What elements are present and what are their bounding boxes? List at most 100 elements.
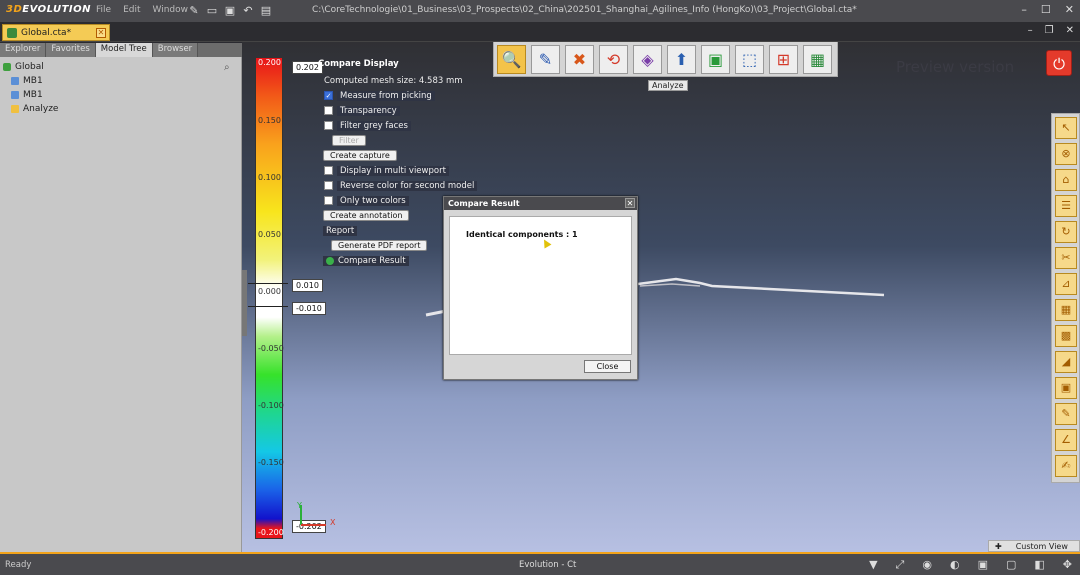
close-icon[interactable]: ✕ [1065, 3, 1074, 16]
measure-icon[interactable]: ✂ [1055, 247, 1077, 269]
tree-item-mb1[interactable]: MB1 [3, 74, 58, 88]
eye-icon[interactable]: ◉ [922, 558, 932, 572]
selection-icon[interactable]: ⬚ [735, 45, 764, 74]
part-icon [11, 77, 19, 85]
scale-label: 0.150 [258, 116, 281, 125]
tab-favorites[interactable]: Favorites [46, 43, 96, 57]
pick-icon[interactable]: ⤢ [896, 558, 905, 572]
generate-pdf-report-button[interactable]: Generate PDF report [331, 240, 428, 251]
search-icon[interactable]: ⌕ [224, 62, 234, 73]
reverse-color-checkbox[interactable]: Reverse color for second model [318, 178, 478, 193]
transform-icon[interactable]: ⟲ [599, 45, 628, 74]
pattern-icon[interactable]: ▩ [1055, 325, 1077, 347]
filter-grey-faces-checkbox[interactable]: Filter grey faces [318, 118, 477, 133]
cube-icon[interactable]: ▣ [978, 558, 988, 572]
doc-restore-icon[interactable]: ❐ [1045, 25, 1054, 36]
menu-edit[interactable]: Edit [123, 5, 140, 15]
tab-explorer[interactable]: Explorer [0, 43, 47, 57]
magic-icon[interactable]: ✎ [187, 4, 201, 18]
grid-icon[interactable]: ▦ [1055, 299, 1077, 321]
status-icons: ▼ ⤢ ◉ ◐ ▣ ▢ ◧ ✥ [869, 558, 1072, 572]
filter-icon[interactable]: ▼ [869, 558, 877, 572]
render-mode-icon[interactable]: ◐ [950, 558, 960, 572]
create-annotation-button[interactable]: Create annotation [323, 210, 410, 221]
display-multi-viewport-checkbox[interactable]: Display in multi viewport [318, 163, 477, 178]
scale-label-top: 0.200 [258, 58, 281, 67]
toolbox-icon[interactable]: ▦ [803, 45, 832, 74]
checkbox-icon[interactable] [324, 181, 333, 190]
undo-icon[interactable]: ↶ [241, 4, 255, 18]
tab-browser[interactable]: Browser [152, 43, 199, 57]
sketch-icon[interactable]: ✍ [1055, 455, 1077, 477]
cancel-icon[interactable]: ⊗ [1055, 143, 1077, 165]
doc-minimize-icon[interactable]: – [1028, 25, 1033, 36]
checkbox-icon[interactable] [324, 196, 333, 205]
identical-components-text: Identical components : 1 [466, 230, 578, 239]
dialog-close-icon[interactable]: ✕ [625, 198, 635, 208]
tab-close-icon[interactable]: ✕ [96, 28, 106, 38]
list-icon[interactable]: ☰ [1055, 195, 1077, 217]
maximize-icon[interactable]: ☐ [1041, 3, 1051, 16]
checkbox-icon[interactable] [324, 166, 333, 175]
dimension-icon[interactable]: ⊿ [1055, 273, 1077, 295]
plus-icon[interactable]: ✚ [995, 542, 1002, 551]
title-bar: 3DEVOLUTION File Edit Window ✎ ▭ ▣ ↶ ▤ C… [0, 0, 1080, 22]
scale-upper-marker[interactable]: 0.010 [292, 279, 323, 292]
tab-model-tree[interactable]: Model Tree [95, 43, 153, 57]
save-icon[interactable]: ▣ [223, 4, 237, 18]
power-icon[interactable]: ⏻ [1046, 50, 1072, 76]
checkbox-icon[interactable] [324, 106, 333, 115]
shade-icon[interactable]: ◢ [1055, 351, 1077, 373]
filter-button[interactable]: Filter [332, 135, 366, 146]
minimize-icon[interactable]: – [1021, 3, 1027, 16]
open-folder-icon[interactable]: ▭ [205, 4, 219, 18]
result-check-icon [326, 256, 334, 265]
status-center-text: Evolution - Ct [519, 560, 577, 570]
mouse-cursor-icon [540, 237, 552, 249]
scale-lower-marker[interactable]: -0.010 [292, 302, 326, 315]
dialog-content: Identical components : 1 [449, 216, 632, 355]
measure-from-picking-checkbox[interactable]: ✓ Measure from picking [318, 88, 477, 103]
dialog-close-button[interactable]: Close [584, 360, 631, 373]
create-capture-button[interactable]: Create capture [323, 150, 397, 161]
edit-icon[interactable]: ✎ [1055, 403, 1077, 425]
model-tree-panel: ⌕ Global MB1 MB1 Analyze [0, 57, 242, 552]
export-icon[interactable]: ▤ [259, 4, 273, 18]
custom-view-bar[interactable]: ✚ Custom View [988, 540, 1080, 552]
checkbox-checked-icon[interactable]: ✓ [324, 91, 333, 100]
analyze-magnifier-icon[interactable]: 🔍 [497, 45, 526, 74]
menu-bar: File Edit Window [96, 5, 188, 15]
tree-item-mb1-second[interactable]: MB1 [3, 88, 58, 102]
doc-close-icon[interactable]: ✕ [1066, 25, 1074, 36]
frame-view-icon[interactable]: ▣ [1055, 377, 1077, 399]
frame-icon[interactable]: ▣ [701, 45, 730, 74]
section-view-icon[interactable]: ◧ [1034, 558, 1044, 572]
gizmo-x-label: X [330, 518, 336, 527]
status-bar: Ready Evolution - Ct ▼ ⤢ ◉ ◐ ▣ ▢ ◧ ✥ [0, 552, 1080, 575]
tree-item-global[interactable]: Global [3, 60, 58, 74]
scale-lower-line [248, 306, 288, 307]
menu-file[interactable]: File [96, 5, 111, 15]
menu-window[interactable]: Window [153, 5, 189, 15]
document-window-controls: – ❐ ✕ [1028, 25, 1074, 36]
analyze-tooltip: Analyze [648, 80, 688, 91]
checkbox-icon[interactable] [324, 121, 333, 130]
transparency-checkbox[interactable]: Transparency [318, 103, 477, 118]
move-icon[interactable]: ✥ [1063, 558, 1072, 572]
tree-item-analyze[interactable]: Analyze [3, 102, 58, 116]
export-upload-icon[interactable]: ⬆ [667, 45, 696, 74]
measure-box-icon[interactable]: ◈ [633, 45, 662, 74]
part-icon [11, 91, 19, 99]
select-cursor-icon[interactable]: ↖ [1055, 117, 1077, 139]
compare-result-dialog: Compare Result ✕ Identical components : … [443, 196, 638, 380]
section-icon[interactable]: ⊞ [769, 45, 798, 74]
view-icon[interactable]: ▢ [1006, 558, 1016, 572]
tools-icon[interactable]: ✖ [565, 45, 594, 74]
panel-splitter[interactable] [242, 270, 247, 336]
document-tab[interactable]: Global.cta* ✕ [2, 24, 110, 41]
annotation-pen-icon[interactable]: ✎ [531, 45, 560, 74]
angle-icon[interactable]: ∠ [1055, 429, 1077, 451]
rotate-icon[interactable]: ↻ [1055, 221, 1077, 243]
brush-icon[interactable]: ⌂ [1055, 169, 1077, 191]
left-panel-tabs: Explorer Favorites Model Tree Browser [0, 43, 242, 57]
